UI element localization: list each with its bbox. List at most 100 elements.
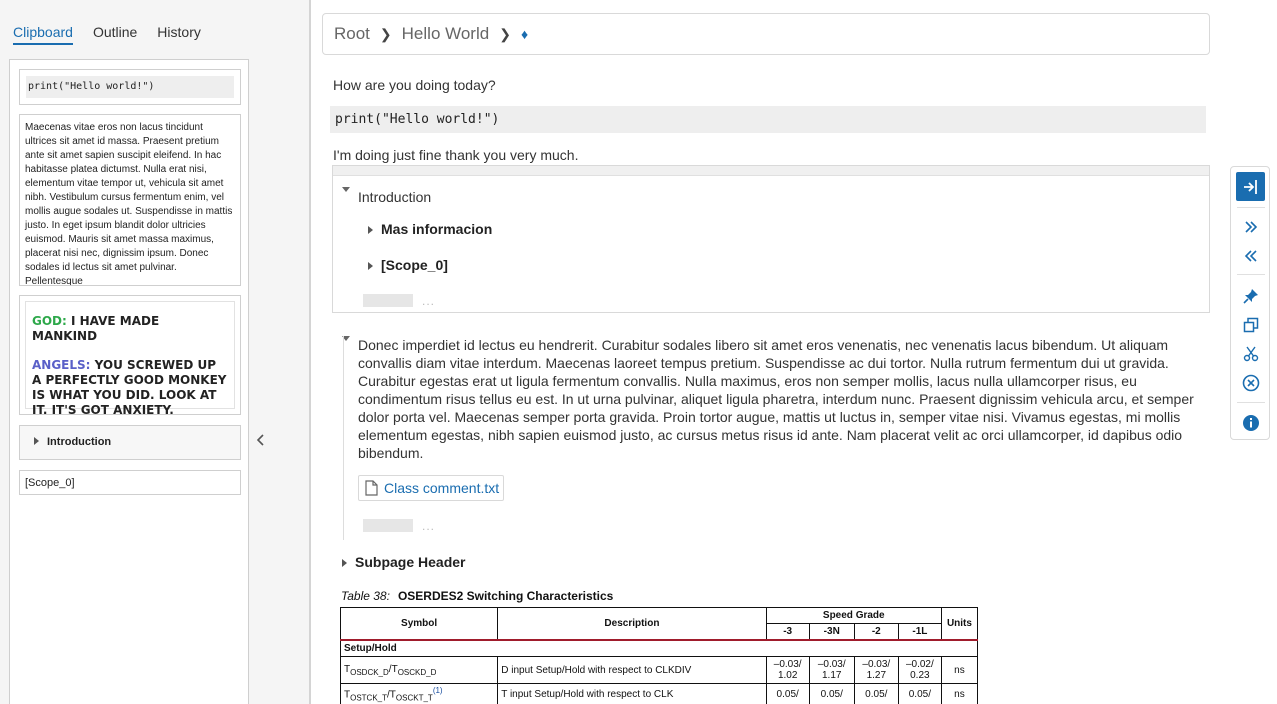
tab-clipboard[interactable]: Clipboard [13, 24, 73, 45]
subpage-header[interactable]: Subpage Header [342, 554, 465, 570]
subsection-label: Mas informacion [381, 221, 493, 237]
table-number: Table 38: [341, 589, 390, 603]
clipboard-item-text[interactable]: Maecenas vitae eros non lacus tincidunt … [19, 114, 241, 286]
table-row: TOSTCK_T/TOSCKT_T(1) T input Setup/Hold … [339, 682, 979, 704]
description-cell: T input Setup/Hold with respect to CLK [497, 682, 767, 704]
grade-header: -3 [765, 623, 810, 641]
clipboard-item-comic[interactable]: GOD: I HAVE MADE MANKIND ANGELS: YOU SCR… [19, 295, 241, 417]
value-cell: –0.03/ 1.02 [765, 656, 810, 684]
diamond-icon[interactable]: ♦ [521, 26, 528, 42]
header-symbol: Symbol [339, 607, 499, 641]
copy-button[interactable] [1236, 310, 1265, 339]
clipboard-item-introduction[interactable]: Introduction [19, 425, 241, 460]
attachment-label: Class comment.txt [384, 480, 500, 496]
tab-outline[interactable]: Outline [93, 24, 137, 45]
breadcrumb-hello-world[interactable]: Hello World [402, 24, 490, 44]
clipboard-scope-label: [Scope_0] [25, 477, 75, 489]
subpage-header-label: Subpage Header [355, 554, 466, 570]
value-cell: –0.03/ 1.17 [808, 656, 855, 684]
remove-button[interactable] [1236, 368, 1265, 397]
value-cell: 0.05/ [897, 682, 942, 704]
introduction-section: Introduction Mas informacion [Scope_0] .… [332, 165, 1210, 313]
paragraph-section: Donec imperdiet id lectus eu hendrerit. … [333, 322, 1210, 540]
introduction-title[interactable]: Introduction [358, 189, 431, 205]
remove-icon [1242, 374, 1259, 391]
section-top-bar [333, 166, 1209, 176]
header-speed-grade: Speed Grade [765, 607, 942, 624]
value-cell: 0.05/ [765, 682, 810, 704]
sidebar-tabs: Clipboard Outline History [13, 24, 201, 45]
collapse-all-button[interactable] [1236, 241, 1265, 270]
collapse-sidebar-icon[interactable] [253, 432, 269, 448]
grade-header: -1L [897, 623, 942, 641]
drag-placeholder[interactable] [363, 294, 413, 307]
more-dots[interactable]: ... [422, 294, 435, 308]
toolbar-divider [1237, 207, 1265, 208]
clipboard-item-scope[interactable]: [Scope_0] [19, 470, 241, 495]
breadcrumb: Root ❯ Hello World ❯ ♦ [322, 13, 1210, 55]
value-cell: –0.03/ 1.27 [853, 656, 899, 684]
drag-placeholder[interactable] [363, 519, 413, 532]
right-toolbar [1230, 166, 1270, 440]
enter-icon [1243, 179, 1257, 194]
symbol-cell: TOSTCK_T/TOSCKT_T(1) [339, 682, 499, 704]
collapse-triangle-icon[interactable] [342, 187, 350, 192]
comic-line-god: GOD: I HAVE MADE MANKIND [32, 314, 228, 344]
app-root: Clipboard Outline History print("Hello w… [0, 0, 1277, 704]
description-cell: D input Setup/Hold with respect to CLKDI… [497, 656, 767, 684]
paragraph-text: Donec imperdiet id lectus eu hendrerit. … [358, 337, 1194, 461]
info-button[interactable] [1236, 408, 1265, 437]
toolbar-divider [1237, 402, 1265, 403]
file-icon [365, 480, 378, 496]
table-caption: Table 38: OSERDES2 Switching Characterist… [341, 589, 613, 603]
comic-line-angels: ANGELS: YOU SCREWED UP A PERFECTLY GOOD … [32, 358, 228, 418]
table-row: TOSDCK_D/TOSCKD_D D input Setup/Hold wit… [339, 656, 979, 684]
expand-triangle-icon[interactable] [34, 437, 39, 445]
clipboard-code-text: print("Hello world!") [26, 76, 234, 98]
section-guide-line [343, 336, 344, 540]
section-row: Setup/Hold [340, 639, 978, 657]
attachment-chip[interactable]: Class comment.txt [358, 475, 505, 501]
comic-image: GOD: I HAVE MADE MANKIND ANGELS: YOU SCR… [25, 301, 235, 417]
clipboard-lorem-text: Maecenas vitae eros non lacus tincidunt … [25, 122, 233, 286]
value-cell: –0.02/ 0.23 [897, 656, 942, 684]
toolbar-divider [1237, 274, 1265, 275]
comic-speaker-angels: ANGELS: [32, 358, 91, 372]
left-sidebar: Clipboard Outline History print("Hello w… [0, 0, 311, 704]
value-cell: 0.05/ [808, 682, 855, 704]
expand-triangle-icon[interactable] [368, 226, 373, 234]
tab-history[interactable]: History [157, 24, 201, 45]
comic-speaker-god: GOD: [32, 314, 67, 328]
pin-icon [1242, 288, 1258, 304]
clipboard-list: print("Hello world!") Maecenas vitae ero… [9, 59, 249, 704]
reply-text: I'm doing just fine thank you very much. [333, 147, 579, 163]
pin-button[interactable] [1236, 281, 1265, 310]
enter-button[interactable] [1236, 172, 1265, 201]
subsection-scope[interactable]: [Scope_0] [368, 257, 448, 273]
grade-header: -3N [808, 623, 855, 641]
info-icon [1242, 414, 1259, 431]
subsection-mas-informacion[interactable]: Mas informacion [368, 221, 492, 237]
unit-cell: ns [940, 656, 979, 684]
switching-table: Symbol Description Speed Grade Units -3 … [339, 607, 979, 704]
more-dots[interactable]: ... [422, 519, 435, 533]
code-block[interactable]: print("Hello world!") [330, 106, 1206, 133]
clipboard-item-code[interactable]: print("Hello world!") [19, 69, 241, 105]
cut-button[interactable] [1236, 339, 1265, 368]
table-title: OSERDES2 Switching Characteristics [397, 589, 614, 603]
chevron-right-icon: ❯ [499, 25, 511, 42]
expand-all-button[interactable] [1236, 212, 1265, 241]
grade-header: -2 [853, 623, 899, 641]
subsection-label: [Scope_0] [381, 257, 448, 273]
copy-icon [1243, 317, 1258, 332]
expand-triangle-icon[interactable] [342, 559, 347, 567]
breadcrumb-root[interactable]: Root [334, 24, 370, 44]
symbol-cell: TOSDCK_D/TOSCKD_D [339, 656, 499, 684]
expand-all-icon [1244, 220, 1257, 233]
table-image: Table 38: OSERDES2 Switching Characterist… [336, 585, 984, 704]
greeting-text: How are you doing today? [333, 77, 496, 93]
expand-triangle-icon[interactable] [368, 262, 373, 270]
unit-cell: ns [940, 682, 979, 704]
chevron-right-icon: ❯ [379, 25, 392, 42]
header-description: Description [497, 607, 767, 641]
